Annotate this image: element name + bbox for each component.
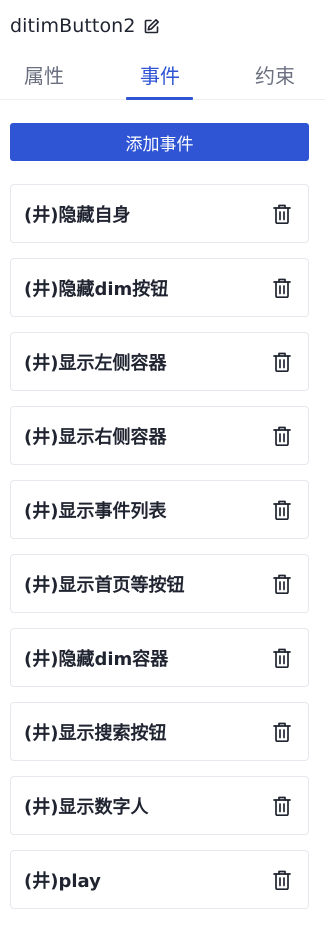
active-tab-indicator — [126, 97, 193, 100]
tab-label: 事件 — [140, 63, 180, 88]
event-label: (井)显示首页等按钮 — [24, 574, 185, 596]
event-label: (井)隐藏自身 — [24, 204, 131, 226]
event-item[interactable]: (井)显示数字人 — [10, 776, 309, 835]
trash-icon[interactable] — [271, 425, 293, 447]
event-item[interactable]: (井)隐藏自身 — [10, 184, 309, 243]
event-item[interactable]: (井)显示首页等按钮 — [10, 554, 309, 613]
event-label: (井)显示数字人 — [24, 796, 149, 818]
trash-icon[interactable] — [271, 795, 293, 817]
tab-label: 约束 — [255, 63, 295, 88]
trash-icon[interactable] — [271, 499, 293, 521]
event-label: (井)play — [24, 870, 101, 892]
event-item[interactable]: (井)隐藏dim按钮 — [10, 258, 309, 317]
event-item[interactable]: (井)显示事件列表 — [10, 480, 309, 539]
event-label: (井)显示右侧容器 — [24, 426, 167, 448]
event-label: (井)显示左侧容器 — [24, 352, 167, 374]
panel-header: ditimButton2 — [10, 12, 161, 40]
trash-icon[interactable] — [271, 721, 293, 743]
event-label: (井)隐藏dim容器 — [24, 648, 169, 670]
event-label: (井)隐藏dim按钮 — [24, 278, 169, 300]
trash-icon[interactable] — [271, 277, 293, 299]
trash-icon[interactable] — [271, 869, 293, 891]
event-label: (井)显示事件列表 — [24, 500, 167, 522]
event-item[interactable]: (井)显示搜索按钮 — [10, 702, 309, 761]
trash-icon[interactable] — [271, 203, 293, 225]
event-list: (井)隐藏自身 (井)隐藏dim按钮 (井)显示左侧容器 (井)显示右侧容器 (… — [10, 184, 309, 924]
trash-icon[interactable] — [271, 351, 293, 373]
edit-icon[interactable] — [143, 17, 161, 35]
trash-icon[interactable] — [271, 647, 293, 669]
tab-events[interactable]: 事件 — [129, 48, 191, 100]
tab-properties[interactable]: 属性 — [14, 48, 74, 100]
event-item[interactable]: (井)play — [10, 850, 309, 909]
tab-constraints[interactable]: 约束 — [244, 48, 306, 100]
event-item[interactable]: (井)隐藏dim容器 — [10, 628, 309, 687]
tab-bar: 属性 事件 约束 — [0, 48, 325, 100]
add-event-button[interactable]: 添加事件 — [10, 123, 309, 161]
event-item[interactable]: (井)显示右侧容器 — [10, 406, 309, 465]
event-item[interactable]: (井)显示左侧容器 — [10, 332, 309, 391]
component-title: ditimButton2 — [10, 15, 136, 37]
trash-icon[interactable] — [271, 573, 293, 595]
tab-label: 属性 — [24, 63, 64, 88]
event-label: (井)显示搜索按钮 — [24, 722, 167, 744]
